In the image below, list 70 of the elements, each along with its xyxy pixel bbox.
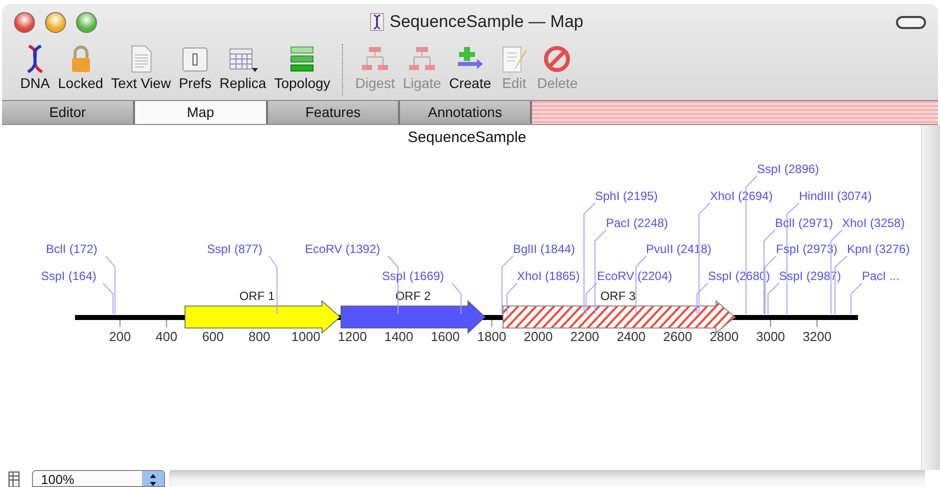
page-icon — [8, 471, 20, 487]
tick-label: 800 — [248, 329, 270, 344]
site-label[interactable]: BglII (1844) — [513, 242, 576, 256]
horizontal-scrollbar[interactable] — [169, 470, 925, 487]
window-control-button[interactable] — [45, 12, 66, 32]
tick-label: 1200 — [338, 329, 367, 344]
site-label[interactable]: BclI (172) — [46, 242, 98, 256]
tick-mark — [816, 320, 818, 328]
tick-label: 1800 — [477, 329, 506, 344]
toolbar-button[interactable]: Replica — [216, 44, 270, 92]
tick-label: 200 — [109, 329, 131, 344]
dna-document-icon — [370, 13, 384, 31]
site-label[interactable]: XhoI (3258) — [842, 216, 905, 230]
toolbar-button[interactable]: Text View — [107, 44, 175, 92]
site-label[interactable]: EcoRV (1392) — [305, 242, 380, 256]
site-label[interactable]: XhoI (1865) — [517, 269, 580, 283]
site-label[interactable]: PacI ... — [862, 269, 900, 283]
tick-label: 600 — [202, 329, 224, 344]
tab[interactable]: Map — [135, 101, 268, 124]
vertical-scrollbar[interactable] — [921, 125, 940, 470]
site-label[interactable]: XhoI (2694) — [710, 189, 773, 203]
site-label[interactable]: PacI (2248) — [606, 216, 668, 230]
window-title: SequenceSample — Map — [390, 11, 584, 34]
tick-label: 2600 — [663, 329, 692, 344]
zoom-select[interactable]: 100% — [32, 470, 165, 487]
toolbar-button[interactable]: Topology — [270, 44, 334, 92]
tick-label: 1600 — [430, 329, 460, 344]
feature-label: ORF 3 — [600, 289, 636, 303]
tick-mark — [491, 320, 492, 328]
toolbar-button[interactable]: Create — [445, 44, 496, 92]
map-title: SequenceSample — [408, 129, 526, 146]
site-label[interactable]: BclI (2971) — [775, 216, 834, 230]
leader-line — [452, 282, 462, 314]
site-label[interactable]: SphI (2195) — [595, 189, 658, 203]
no-entry-icon — [542, 44, 572, 74]
site-label[interactable]: SspI (877) — [207, 242, 262, 256]
site-label[interactable]: EcoRV (2204) — [597, 269, 672, 283]
tab[interactable]: Features — [268, 101, 400, 124]
tick-label: 1000 — [291, 329, 320, 344]
tick-mark — [166, 320, 167, 328]
window-control-button[interactable] — [14, 12, 35, 32]
site-label[interactable]: SspI (1669) — [382, 269, 444, 283]
tick-label: 1400 — [384, 329, 414, 344]
tab[interactable]: Annotations — [400, 101, 532, 124]
tick-label: 3200 — [802, 329, 832, 344]
tick-label: 400 — [156, 329, 178, 344]
tick-mark — [770, 320, 772, 328]
toolbar-button[interactable]: Locked — [54, 44, 108, 92]
tick-label: 3000 — [756, 329, 786, 344]
stepper-arrows-icon — [142, 471, 164, 486]
tick-label: 2800 — [710, 329, 739, 344]
site-label[interactable]: HindIII (3074) — [799, 189, 872, 203]
window-control-button[interactable] — [76, 12, 97, 32]
site-label[interactable]: KpnI (3276) — [847, 242, 910, 256]
tab[interactable]: Editor — [2, 101, 135, 124]
leader-line — [268, 256, 278, 314]
feature-label: ORF 2 — [395, 289, 431, 303]
site-label[interactable]: SspI (164) — [41, 269, 96, 283]
toolbar-button[interactable]: Prefs — [174, 44, 216, 92]
tick-label: 2400 — [616, 329, 646, 344]
site-label[interactable]: SspI (2987) — [779, 269, 842, 283]
site-label[interactable]: FspI (2973) — [776, 242, 838, 256]
tick-label: 2000 — [524, 329, 553, 344]
site-label[interactable]: SspI (2896) — [757, 162, 820, 176]
toolbar-toggle-button[interactable] — [896, 16, 926, 28]
site-label[interactable]: PvuII (2418) — [646, 242, 712, 256]
toolbar-button[interactable]: DNA — [16, 44, 54, 92]
leader-line — [850, 282, 862, 314]
feature-label: ORF 1 — [239, 289, 275, 303]
tick-label: 2200 — [570, 329, 600, 344]
